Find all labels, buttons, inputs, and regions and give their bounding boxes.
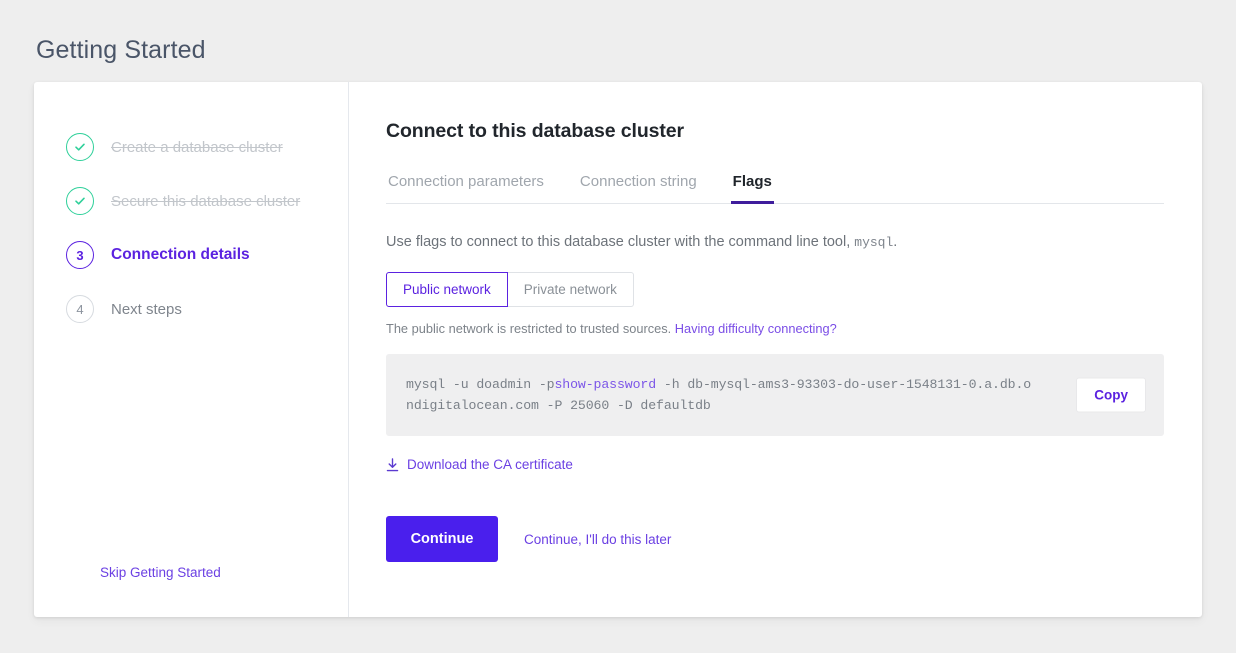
connection-details-panel: Connect to this database cluster Connect…: [349, 82, 1202, 617]
check-icon: [75, 197, 85, 205]
private-network-option[interactable]: Private network: [507, 272, 634, 307]
download-ca-certificate-link[interactable]: Download the CA certificate: [407, 457, 573, 472]
continue-button[interactable]: Continue: [386, 516, 498, 562]
panel-title: Connect to this database cluster: [386, 120, 685, 142]
step-badge-3: 3: [66, 241, 94, 269]
connection-tabs: Connection parameters Connection string …: [386, 173, 1164, 204]
sidebar-step-secure-cluster[interactable]: Secure this database cluster: [34, 174, 348, 228]
step-badge-4: 4: [66, 295, 94, 323]
steps-sidebar: Create a database cluster Secure this da…: [34, 82, 349, 617]
tab-connection-string[interactable]: Connection string: [578, 173, 699, 204]
command-prefix: mysql -u doadmin -p: [406, 377, 555, 392]
step-badge-1: [66, 133, 94, 161]
continue-later-link[interactable]: Continue, I'll do this later: [524, 532, 671, 547]
sidebar-step-label: Create a database cluster: [111, 138, 283, 156]
sidebar-step-label: Connection details: [111, 246, 250, 263]
getting-started-card: Create a database cluster Secure this da…: [34, 82, 1202, 617]
sidebar-step-create-cluster[interactable]: Create a database cluster: [34, 120, 348, 174]
download-icon: [386, 457, 399, 471]
intro-sentence: Use flags to connect to this database cl…: [386, 234, 851, 250]
intro-inline-code: mysql: [854, 235, 894, 250]
network-toggle: Public network Private network: [386, 272, 634, 307]
intro-text: Use flags to connect to this database cl…: [386, 234, 1164, 250]
ca-certificate-row: Download the CA certificate: [386, 457, 1164, 472]
check-icon: [75, 143, 85, 151]
network-note: The public network is restricted to trus…: [386, 321, 1164, 336]
page-title: Getting Started: [36, 36, 206, 64]
sidebar-step-next-steps[interactable]: 4 Next steps: [34, 282, 348, 336]
sidebar-step-label: Next steps: [111, 300, 182, 318]
show-password-link[interactable]: show-password: [554, 377, 656, 392]
public-network-option[interactable]: Public network: [386, 272, 508, 307]
step-badge-2: [66, 187, 94, 215]
network-note-text: The public network is restricted to trus…: [386, 321, 672, 336]
sidebar-step-label: Secure this database cluster: [111, 192, 301, 210]
skip-getting-started-link[interactable]: Skip Getting Started: [100, 565, 221, 580]
having-difficulty-link[interactable]: Having difficulty connecting?: [675, 321, 837, 336]
tab-flags[interactable]: Flags: [730, 173, 774, 204]
intro-period: .: [893, 234, 898, 250]
sidebar-step-connection-details[interactable]: 3 Connection details: [34, 228, 348, 282]
panel-actions: Continue Continue, I'll do this later: [386, 516, 1164, 562]
tab-connection-parameters[interactable]: Connection parameters: [386, 173, 546, 204]
connection-command-text: mysql -u doadmin -pshow-password -h db-m…: [406, 374, 1144, 416]
copy-button[interactable]: Copy: [1076, 377, 1146, 413]
connection-command-block: mysql -u doadmin -pshow-password -h db-m…: [386, 354, 1164, 436]
